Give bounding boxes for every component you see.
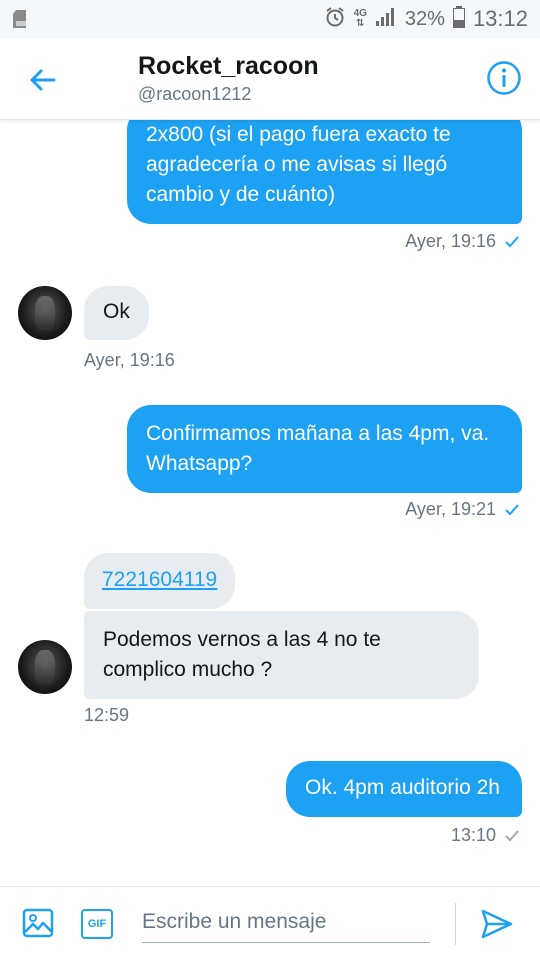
message-meta: Ayer, 19:16 — [84, 350, 175, 371]
message-list[interactable]: 2x800 (si el pago fuera exacto te agrade… — [0, 120, 540, 886]
back-button[interactable] — [22, 60, 62, 100]
add-image-button[interactable] — [22, 907, 54, 939]
message-line: complico mucho ? — [103, 658, 273, 681]
message-line: cambio y de cuánto) — [146, 183, 336, 206]
info-button[interactable] — [486, 60, 522, 96]
message-input[interactable] — [142, 901, 430, 943]
conversation-header: Rocket_racoon @racoon1212 — [0, 38, 540, 120]
phone-link[interactable]: 7221604119 — [102, 568, 217, 591]
network-4g-icon: 4G ⇅ — [353, 8, 367, 29]
outgoing-message[interactable]: Ok. 4pm auditorio 2h — [286, 761, 522, 817]
info-icon — [487, 61, 521, 95]
back-arrow-icon — [30, 69, 56, 91]
message-time: Ayer, 19:16 — [405, 231, 496, 251]
send-icon — [481, 909, 513, 939]
signal-icon — [375, 7, 397, 32]
alarm-icon — [324, 6, 346, 33]
sent-check-icon — [505, 829, 519, 841]
contact-handle[interactable]: @racoon1212 — [138, 84, 251, 105]
incoming-message[interactable]: 7221604119 — [84, 553, 236, 609]
message-meta: 12:59 — [84, 705, 129, 726]
message-line: Whatsapp? — [146, 452, 253, 475]
divider — [455, 903, 456, 945]
avatar[interactable] — [18, 640, 72, 694]
outgoing-message[interactable]: Confirmamos mañana a las 4pm, va. Whatsa… — [127, 405, 522, 493]
read-check-icon — [505, 235, 519, 247]
contact-name[interactable]: Rocket_racoon — [138, 52, 319, 81]
send-button[interactable] — [480, 907, 514, 941]
gif-button[interactable]: GIF — [81, 909, 113, 939]
image-icon — [22, 908, 54, 938]
message-meta: 13:10 — [451, 825, 520, 846]
message-line: 2x800 (si el pago fuera exacto te — [146, 123, 451, 146]
message-time: Ayer, 19:21 — [405, 499, 496, 519]
gif-icon: GIF — [87, 918, 107, 930]
message-text: Ok. 4pm auditorio 2h — [305, 776, 500, 799]
message-line: agradecería o me avisas si llegó — [146, 153, 448, 176]
message-meta: Ayer, 19:21 — [405, 499, 520, 520]
message-line: Podemos vernos a las 4 no te — [103, 628, 381, 651]
compose-bar: GIF — [0, 886, 540, 960]
clock: 13:12 — [472, 6, 528, 31]
incoming-message[interactable]: Podemos vernos a las 4 no te complico mu… — [84, 611, 479, 699]
message-line: Confirmamos mañana a las 4pm, va. — [146, 422, 490, 445]
status-bar: 4G ⇅ 32% 13:12 — [0, 0, 540, 38]
message-time: 13:10 — [450, 825, 496, 845]
message-meta: Ayer, 19:16 — [405, 231, 520, 252]
avatar[interactable] — [18, 286, 72, 340]
incoming-message[interactable]: Ok — [84, 286, 149, 340]
message-text: Ok — [103, 300, 130, 323]
battery-percent: 32% — [404, 7, 445, 30]
battery-icon — [452, 5, 465, 33]
read-check-icon — [505, 503, 519, 515]
message-time: 12:59 — [84, 705, 130, 725]
message-time: Ayer, 19:16 — [84, 350, 175, 370]
sd-card-icon — [12, 9, 30, 34]
outgoing-message[interactable]: 2x800 (si el pago fuera exacto te agrade… — [127, 120, 522, 224]
